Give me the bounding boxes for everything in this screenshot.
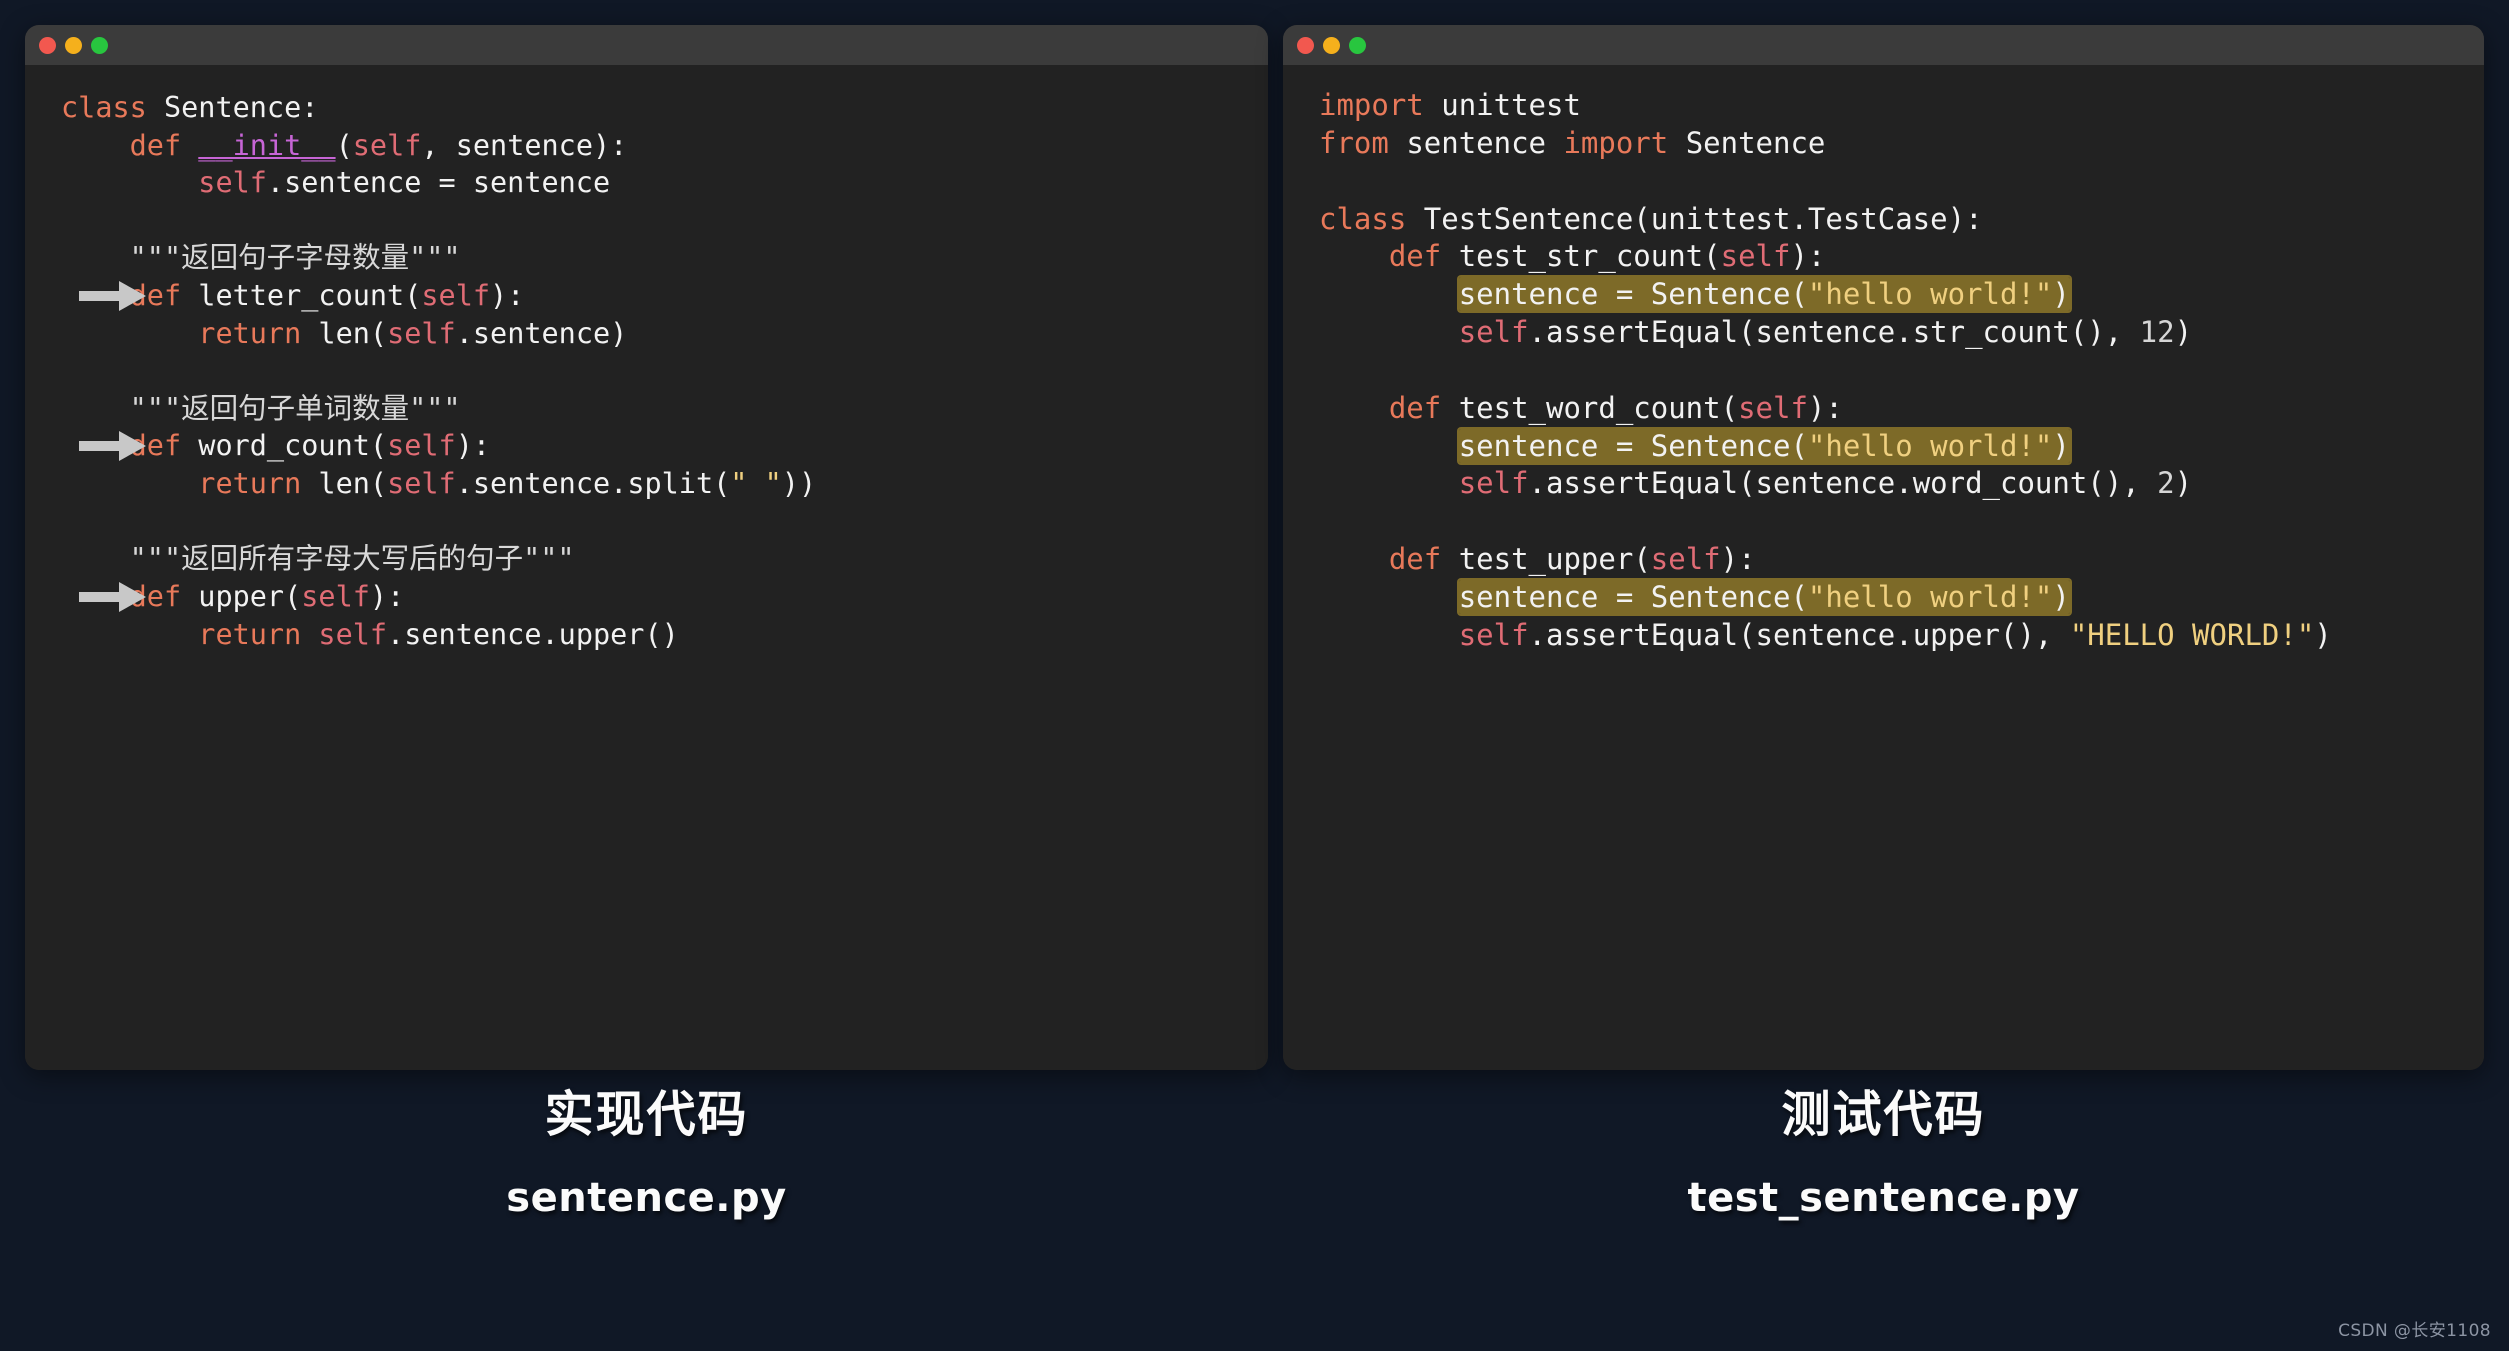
- code-line: from sentence import Sentence: [1319, 125, 1826, 160]
- window-titlebar-right: [1283, 25, 2484, 65]
- code-line: sentence = Sentence("hello world!"): [1319, 428, 2474, 466]
- code-line: sentence = Sentence("hello world!"): [1319, 579, 2474, 617]
- window-titlebar-left: [25, 25, 1268, 65]
- code-window-implementation: class Sentence: def __init__(self, sente…: [25, 25, 1268, 1070]
- code-line: """返回句子单词数量""": [129, 391, 461, 425]
- code-line: def word_count(self):: [61, 427, 1258, 465]
- code-line: self.sentence = sentence: [198, 166, 611, 200]
- code-content-implementation[interactable]: class Sentence: def __init__(self, sente…: [25, 65, 1268, 1070]
- caption-file-implementation: sentence.py: [506, 1174, 787, 1221]
- minimize-button-icon[interactable]: [1323, 36, 1340, 54]
- caption-tests: 测试代码 test_sentence.py: [1283, 1088, 2484, 1221]
- code-line: return len(self.sentence.split(" ")): [198, 467, 817, 501]
- caption-file-tests: test_sentence.py: [1687, 1174, 2080, 1221]
- code-line: self.assertEqual(sentence.str_count(), 1…: [1458, 315, 2193, 350]
- code-line: class Sentence:: [61, 91, 319, 124]
- screenshot-stage: class Sentence: def __init__(self, sente…: [0, 0, 2509, 1351]
- close-button-icon[interactable]: [39, 36, 56, 54]
- caption-implementation: 实现代码 sentence.py: [25, 1088, 1268, 1221]
- highlighted-code-span: sentence = Sentence("hello world!"): [1458, 428, 2070, 463]
- code-line: return self.sentence.upper(): [198, 617, 679, 651]
- maximize-button-icon[interactable]: [91, 36, 108, 54]
- code-line: def test_word_count(self):: [1388, 390, 1843, 425]
- code-line: def test_upper(self):: [1388, 542, 1756, 577]
- code-line: def upper(self):: [61, 578, 1258, 616]
- code-line: def test_str_count(self):: [1388, 239, 1826, 274]
- right-arrow-icon: [79, 580, 147, 614]
- highlighted-code-span: sentence = Sentence("hello world!"): [1458, 579, 2070, 614]
- watermark-text: CSDN @长安1108: [2338, 1321, 2491, 1341]
- caption-title-tests: 测试代码: [1781, 1086, 1986, 1143]
- code-line: self.assertEqual(sentence.word_count(), …: [1458, 466, 2193, 501]
- caption-title-implementation: 实现代码: [544, 1086, 749, 1143]
- code-line: """返回所有字母大写后的句子""": [129, 542, 575, 576]
- code-line: self.assertEqual(sentence.upper(), "HELL…: [1458, 617, 2332, 652]
- code-content-tests[interactable]: import unittest from sentence import Sent…: [1283, 65, 2484, 1070]
- code-line: """返回句子字母数量""": [129, 241, 461, 275]
- code-line: class TestSentence(unittest.TestCase):: [1319, 201, 1983, 236]
- code-line: return len(self.sentence): [198, 316, 628, 350]
- minimize-button-icon[interactable]: [65, 36, 82, 54]
- maximize-button-icon[interactable]: [1349, 36, 1366, 54]
- code-line: sentence = Sentence("hello world!"): [1319, 276, 2474, 314]
- code-line: import unittest: [1319, 88, 1581, 122]
- right-arrow-icon: [79, 279, 147, 313]
- code-line: def __init__(self, sentence):: [129, 128, 628, 162]
- code-line: def letter_count(self):: [61, 277, 1258, 315]
- highlighted-code-span: sentence = Sentence("hello world!"): [1458, 277, 2070, 312]
- close-button-icon[interactable]: [1297, 36, 1314, 54]
- code-window-tests: import unittest from sentence import Sent…: [1283, 25, 2484, 1070]
- right-arrow-icon: [79, 429, 147, 463]
